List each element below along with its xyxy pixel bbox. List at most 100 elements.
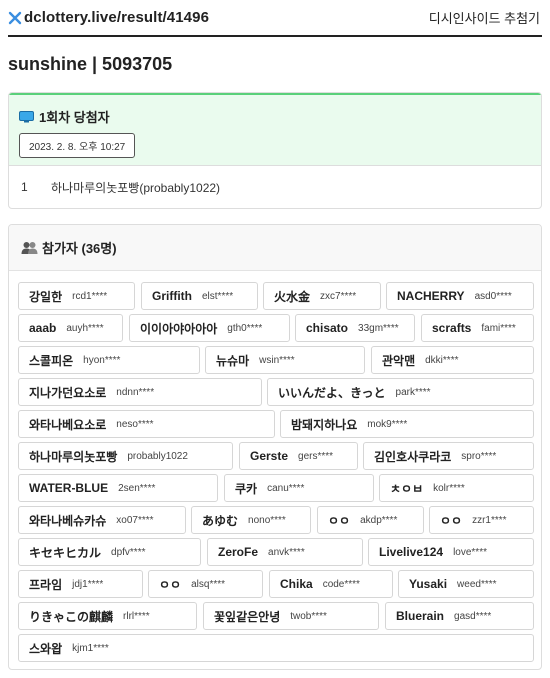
participant-chip: chisato 33gm**** <box>295 314 415 342</box>
participant-name: 뉴슈마 <box>216 353 250 368</box>
participant-id: code**** <box>322 578 360 590</box>
participant-chip: 스콜피온 hyon**** <box>18 346 200 374</box>
participant-chip: 뉴슈마 wsin**** <box>205 346 365 374</box>
participant-name: Gerste <box>250 449 289 463</box>
participant-name: キセキヒカル <box>29 545 102 560</box>
winner-rank: 1 <box>21 180 28 194</box>
participant-chip: ㅊㅇㅂ kolr**** <box>379 474 534 502</box>
participant-chip: NACHERRY asd0**** <box>386 282 534 310</box>
participant-name: 강일한 <box>29 289 63 304</box>
participant-chip: キセキヒカル dpfv**** <box>18 538 201 566</box>
participant-name: 스와왑 <box>29 641 63 656</box>
participant-name: 이이아야아아아 <box>140 321 218 336</box>
participant-id: neso**** <box>116 418 154 430</box>
users-icon <box>21 241 38 255</box>
participant-chip: 스와왑 kjm1**** <box>18 634 534 662</box>
participant-chip: 하나마루의놋포빵 probably1022 <box>18 442 233 470</box>
participant-name: 관악맨 <box>382 353 416 368</box>
participant-chip: 이이아야아아아 gth0**** <box>129 314 290 342</box>
participant-id: mok9**** <box>367 418 408 430</box>
participant-id: alsq**** <box>191 578 226 590</box>
participant-name: chisato <box>306 321 349 335</box>
participant-name: 꽃잎같은안녕 <box>214 609 281 624</box>
participant-id: gasd**** <box>454 610 492 622</box>
participant-name: ㅇㅇ <box>159 577 182 592</box>
participant-name: 火水金 <box>274 289 311 304</box>
dcinside-lottery-link[interactable]: 디시인사이드 추첨기 <box>429 8 542 27</box>
participant-id: gers**** <box>298 450 334 462</box>
participant-chip: ㅇㅇ alsq**** <box>148 570 263 598</box>
participant-name: 스콜피온 <box>29 353 74 368</box>
participant-id: asd0**** <box>474 290 512 302</box>
participant-chip: scrafts fami**** <box>421 314 534 342</box>
participant-id: probably1022 <box>127 450 188 462</box>
participant-id: fami**** <box>481 322 516 334</box>
page-title: sunshine | 5093705 <box>8 54 173 74</box>
top-bar: dclottery.live/result/41496 디시인사이드 추첨기 <box>8 0 542 37</box>
participant-id: akdp**** <box>360 514 398 526</box>
participant-name: Yusaki <box>409 577 448 591</box>
participant-name: Bluerain <box>396 609 445 623</box>
participant-id: nono**** <box>248 514 286 526</box>
participant-id: 2sen**** <box>118 482 156 494</box>
x-icon <box>8 11 22 25</box>
participant-chip: 쿠카 canu**** <box>224 474 374 502</box>
winner-name: 하나마루의놋포빵(probably1022) <box>51 180 221 195</box>
participant-name: いいんだよ、きっと <box>278 385 386 400</box>
participant-chip: あゆむ nono**** <box>191 506 311 534</box>
participant-id: twob**** <box>290 610 327 622</box>
participant-name: ㅇㅇ <box>440 513 463 528</box>
participant-name: aaab <box>29 321 57 335</box>
participant-name: ZeroFe <box>218 545 259 559</box>
participant-name: NACHERRY <box>397 289 465 303</box>
participant-name: Griffith <box>152 289 192 303</box>
winner-row: 1 하나마루의놋포빵(probably1022) <box>9 166 541 208</box>
participant-id: jdj1**** <box>72 578 104 590</box>
participant-id: ndnn**** <box>116 386 155 398</box>
participant-id: kjm1**** <box>72 642 109 654</box>
participant-chip: ZeroFe anvk**** <box>207 538 363 566</box>
participant-id: gth0**** <box>227 322 263 334</box>
participant-name: Chika <box>280 577 313 591</box>
participant-chip: Bluerain gasd**** <box>385 602 534 630</box>
participant-chip: ㅇㅇ akdp**** <box>317 506 424 534</box>
participant-chip: 밤돼지하나요 mok9**** <box>280 410 534 438</box>
winner-card: 1회차 당첨자 2023. 2. 8. 오후 10:27 1 하나마루의놋포빵(… <box>8 92 542 209</box>
participant-chip: Griffith elst**** <box>141 282 258 310</box>
participant-name: 와타나베슈카슈 <box>29 513 107 528</box>
participant-id: xo07**** <box>116 514 154 526</box>
participant-id: canu**** <box>267 482 305 494</box>
participant-name: 하나마루의놋포빵 <box>29 449 118 464</box>
participant-chip: 강일한 rcd1**** <box>18 282 135 310</box>
participant-name: 밤돼지하나요 <box>291 417 358 432</box>
site-url-text: dclottery.live/result/41496 <box>24 9 210 26</box>
participant-chip: 지나가던요소로 ndnn**** <box>18 378 262 406</box>
participant-name: 쿠카 <box>235 481 258 496</box>
participant-chip: ㅇㅇ zzr1**** <box>429 506 534 534</box>
participant-chip: りきゃこの麒麟 rlrl**** <box>18 602 197 630</box>
participant-name: scrafts <box>432 321 472 335</box>
participant-name: 지나가던요소로 <box>29 385 107 400</box>
participant-id: hyon**** <box>83 354 121 366</box>
participant-chip: 꽃잎같은안녕 twob**** <box>203 602 379 630</box>
participant-name: Livelive124 <box>379 545 444 559</box>
participant-id: love**** <box>453 546 487 558</box>
participant-id: zzr1**** <box>472 514 507 526</box>
participant-id: rlrl**** <box>123 610 150 622</box>
participant-id: auyh**** <box>66 322 104 334</box>
participant-chip: 프라임 jdj1**** <box>18 570 143 598</box>
participant-name: 김인호사쿠라코 <box>374 449 452 464</box>
participant-chip: いいんだよ、きっと park**** <box>267 378 534 406</box>
participant-id: anvk**** <box>268 546 305 558</box>
site-url[interactable]: dclottery.live/result/41496 <box>8 9 209 26</box>
participant-id: kolr**** <box>433 482 465 494</box>
participant-id: 33gm**** <box>358 322 399 334</box>
draw-date: 2023. 2. 8. 오후 10:27 <box>19 133 136 158</box>
participants-card: 참가자 (36명) 강일한 rcd1**** Griffith elst**** 火… <box>8 224 542 670</box>
winner-title-row: 1회차 당첨자 <box>19 107 531 126</box>
participant-id: rcd1**** <box>72 290 108 302</box>
participant-name: 와타나베요소로 <box>29 417 107 432</box>
participant-id: dkki**** <box>425 354 459 366</box>
participant-chip: aaab auyh**** <box>18 314 123 342</box>
participant-chip: 관악맨 dkki**** <box>371 346 534 374</box>
